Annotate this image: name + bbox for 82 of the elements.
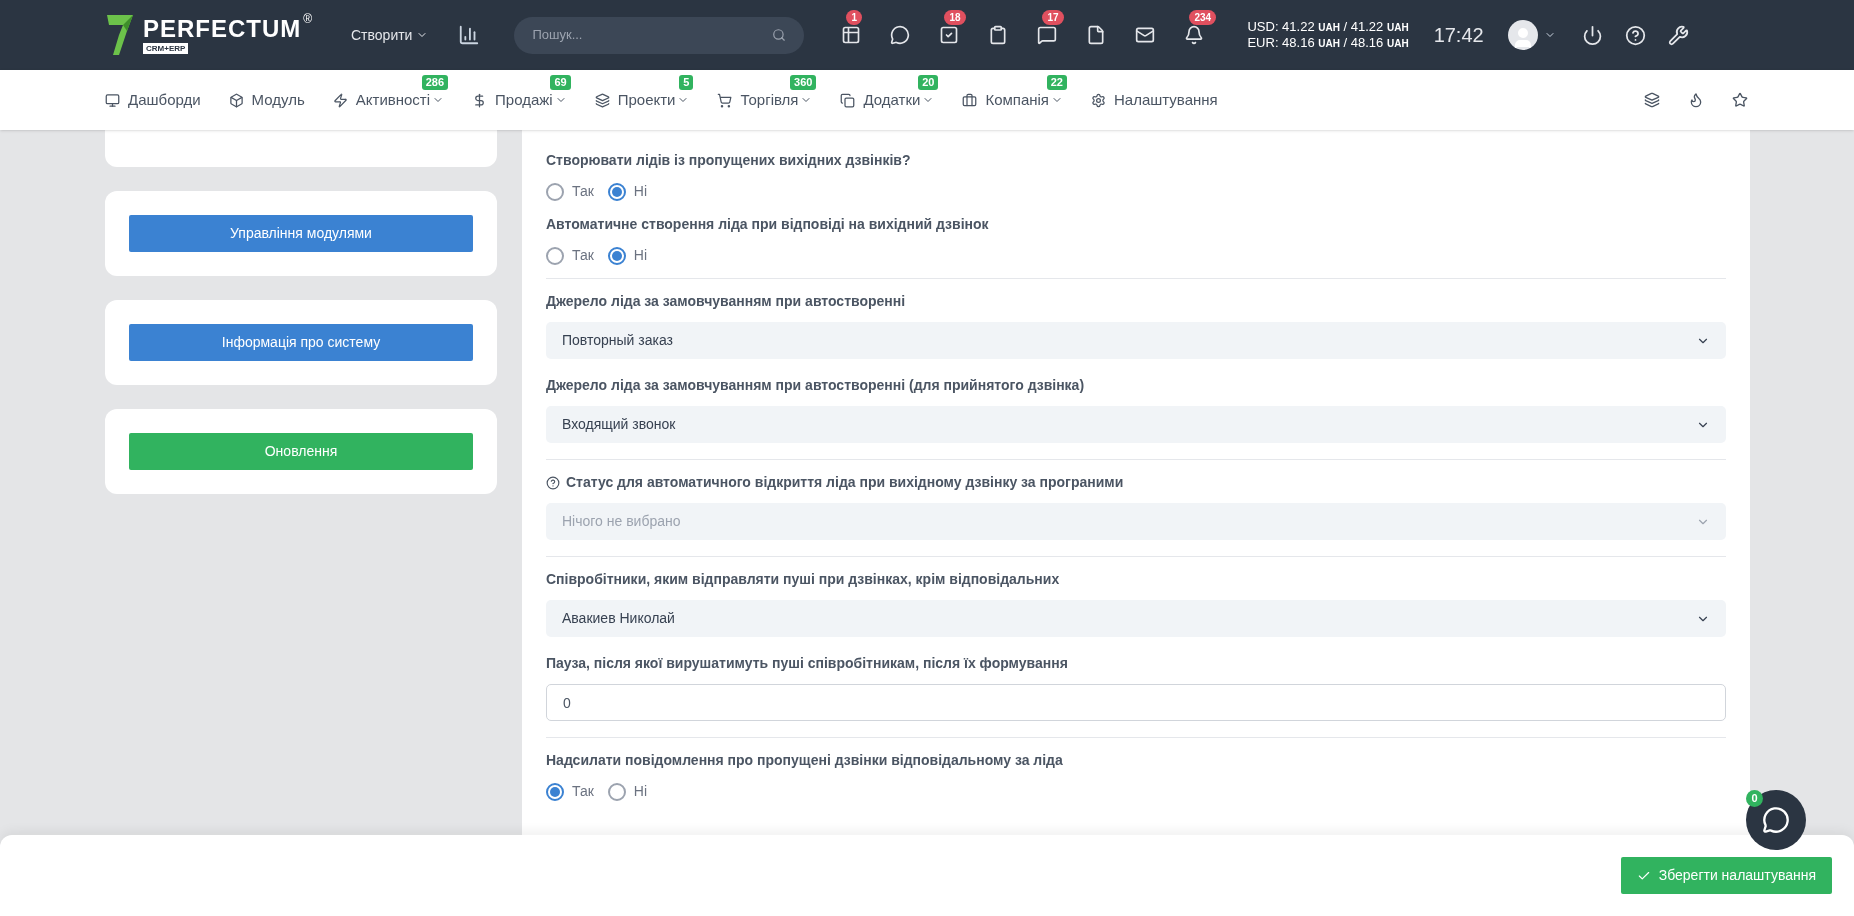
field-label: Створювати лідів із пропущених вихідних дзвінків?: [546, 151, 911, 170]
sidebar-button[interactable]: Інформація про систему: [129, 324, 473, 361]
radio-button[interactable]: [546, 246, 564, 265]
logo-subtitle: CRM+ERP: [143, 42, 189, 54]
radio-label: Ні: [633, 182, 648, 201]
power-icon[interactable]: [1581, 24, 1603, 46]
radio-label: Ні: [633, 782, 648, 801]
count-badge: 286: [421, 75, 449, 90]
nav-item[interactable]: Торгівля 360: [717, 75, 817, 125]
count-badge: 20: [918, 75, 939, 90]
field-label: Статус для автоматичного відкриття ліда при вихідному дзвінку за програними: [566, 473, 1124, 492]
nav-item[interactable]: Додатки 20: [840, 75, 939, 125]
chart-icon[interactable]: [458, 24, 481, 46]
file-icon[interactable]: [1086, 25, 1107, 45]
radio-label: Так: [572, 182, 594, 201]
field-label: Джерело ліда за замовчуванням при автостворенні (для прийнятого дзвінка): [546, 376, 1085, 395]
select-field[interactable]: Повторный заказ: [546, 322, 1726, 359]
monitor-icon: [105, 92, 120, 108]
select-field[interactable]: Входящий звонок: [546, 406, 1726, 443]
chat-icon[interactable]: [890, 25, 911, 45]
clock-time: 17:42: [1433, 23, 1484, 48]
radio-button[interactable]: [607, 782, 626, 801]
field-label: Джерело ліда за замовчуванням при автостворенні: [546, 292, 906, 311]
cart-icon: [717, 92, 733, 108]
count-badge: 0: [1746, 790, 1763, 807]
radio-button[interactable]: [607, 246, 626, 265]
exchange-rate: EUR: 48.16 UAH / 48.16 UAH: [1247, 35, 1409, 51]
nav-item[interactable]: Компанія 22: [962, 75, 1067, 125]
comment-icon[interactable]: [1037, 25, 1058, 45]
briefcase-icon: [962, 92, 978, 108]
logo-text: PERFECTUM: [143, 16, 302, 41]
count-badge: 22: [1046, 75, 1067, 90]
nav-item[interactable]: Активності 286: [332, 75, 449, 125]
chat-icon: [1762, 806, 1790, 834]
lightning-icon: [332, 92, 348, 108]
layers-icon[interactable]: [1644, 92, 1660, 108]
create-button[interactable]: Створити: [351, 24, 429, 46]
bell-icon[interactable]: [1184, 25, 1205, 45]
select-field[interactable]: Авакиев Николай: [546, 600, 1726, 637]
settings-icon: [1091, 92, 1106, 108]
nav-item[interactable]: Продажі 69: [472, 75, 571, 125]
field-label: Пауза, після якої вирушатимуть пуші співробітникам, після їх формування: [546, 654, 1068, 673]
input-field[interactable]: 0: [546, 684, 1726, 721]
count-badge: 234: [1189, 10, 1217, 25]
radio-label: Ні: [633, 246, 648, 265]
radio-button[interactable]: [546, 782, 564, 801]
nav-item[interactable]: Проекти 5: [594, 75, 694, 125]
field-label: Співробітники, яким відправляти пуші при дзвінках, крім відповідальних: [546, 570, 1060, 589]
flame-icon[interactable]: [1688, 92, 1704, 108]
radio-label: Так: [572, 246, 594, 265]
search-icon: [772, 28, 787, 42]
help-icon[interactable]: [546, 475, 560, 490]
avatar[interactable]: [1507, 20, 1538, 50]
field-label: Автоматичне створення ліда при відповіді на вихідний дзвінок: [546, 215, 989, 234]
exchange-rate: USD: 41.22 UAH / 41.22 UAH: [1247, 19, 1409, 35]
radio-label: Так: [572, 782, 594, 801]
box-icon: [228, 92, 244, 108]
sidebar-button[interactable]: Управління модулями: [129, 215, 473, 252]
radio-button[interactable]: [607, 182, 626, 201]
table-icon[interactable]: [841, 25, 862, 45]
nav-item[interactable]: Дашборди: [105, 75, 205, 125]
star-icon[interactable]: [1732, 92, 1748, 108]
count-badge: 18: [944, 10, 966, 25]
field-label: Надсилати повідомлення про пропущені дзвінки відповідальному за ліда: [546, 751, 1063, 770]
radio-button[interactable]: [546, 182, 564, 201]
count-badge: 5: [679, 75, 694, 90]
copy-icon: [840, 92, 856, 108]
nav-item[interactable]: Налаштування: [1091, 75, 1222, 125]
logo-icon: [105, 13, 135, 57]
count-badge: 69: [550, 75, 571, 90]
count-badge: 1: [846, 10, 862, 25]
count-badge: 360: [790, 75, 817, 90]
search-input[interactable]: Пошук...: [532, 25, 733, 45]
nav-item[interactable]: Модуль: [228, 75, 309, 125]
clipboard-icon[interactable]: [988, 25, 1009, 45]
wrench-icon[interactable]: [1667, 24, 1689, 46]
checkbox-icon[interactable]: [939, 25, 960, 45]
registered-mark: ®: [303, 12, 313, 25]
layers-icon: [594, 92, 610, 108]
search-field[interactable]: Пошук...: [514, 16, 805, 54]
mail-icon[interactable]: [1135, 25, 1156, 45]
count-badge: 17: [1042, 10, 1064, 25]
